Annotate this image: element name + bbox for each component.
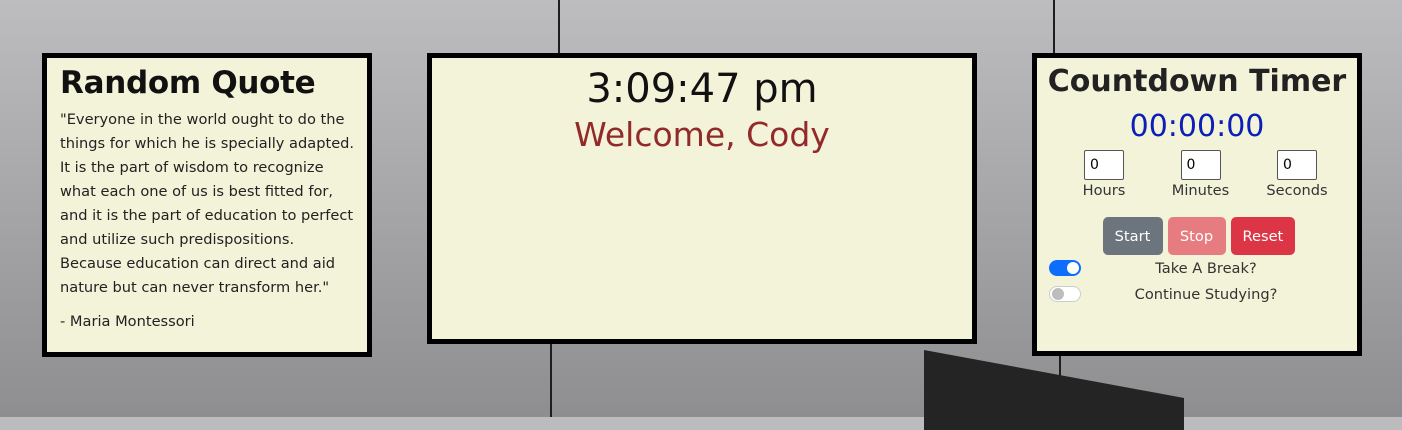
stop-button[interactable]: Stop bbox=[1167, 217, 1226, 255]
take-break-label: Take A Break? bbox=[1155, 259, 1257, 277]
continue-studying-label: Continue Studying? bbox=[1134, 285, 1278, 303]
minutes-field: Minutes bbox=[1161, 150, 1241, 199]
random-quote-panel: Random Quote "Everyone in the world ough… bbox=[42, 53, 372, 357]
quote-title: Random Quote bbox=[60, 65, 316, 101]
welcome-message: Welcome, Cody bbox=[574, 115, 830, 154]
timer-fields: Hours Minutes Seconds bbox=[1037, 150, 1357, 199]
reset-button[interactable]: Reset bbox=[1230, 217, 1295, 255]
minutes-label: Minutes bbox=[1171, 182, 1230, 199]
seconds-input[interactable] bbox=[1277, 150, 1317, 180]
take-break-toggle[interactable] bbox=[1049, 260, 1081, 276]
toggle-knob bbox=[1052, 288, 1064, 300]
background-wire-right-top bbox=[1053, 0, 1055, 55]
take-break-row: Take A Break? bbox=[1037, 255, 1357, 281]
continue-studying-row: Continue Studying? bbox=[1037, 281, 1357, 307]
timer-display: 00:00:00 bbox=[1129, 109, 1265, 144]
minutes-input[interactable] bbox=[1180, 150, 1221, 180]
start-button[interactable]: Start bbox=[1102, 217, 1163, 255]
background-wire-left-bottom bbox=[550, 344, 552, 417]
countdown-timer-panel: Countdown Timer 00:00:00 Hours Minutes S… bbox=[1032, 53, 1362, 356]
seconds-field: Seconds bbox=[1257, 150, 1337, 199]
quote-text: "Everyone in the world ought to do the t… bbox=[60, 111, 355, 296]
timer-title: Countdown Timer bbox=[1047, 64, 1347, 99]
hours-field: Hours bbox=[1064, 150, 1144, 199]
background-wire-left-top bbox=[558, 0, 560, 55]
hours-input[interactable] bbox=[1084, 150, 1124, 180]
continue-studying-toggle[interactable] bbox=[1049, 286, 1081, 302]
hours-label: Hours bbox=[1082, 182, 1126, 199]
seconds-label: Seconds bbox=[1266, 182, 1328, 199]
current-time: 3:09:47 pm bbox=[586, 66, 818, 112]
background-dark-shape bbox=[924, 350, 1184, 430]
quote-author: - Maria Montessori bbox=[60, 313, 195, 330]
clock-panel: 3:09:47 pm Welcome, Cody bbox=[427, 53, 977, 344]
toggle-knob bbox=[1067, 262, 1079, 274]
timer-buttons: Start Stop Reset bbox=[1037, 217, 1357, 255]
